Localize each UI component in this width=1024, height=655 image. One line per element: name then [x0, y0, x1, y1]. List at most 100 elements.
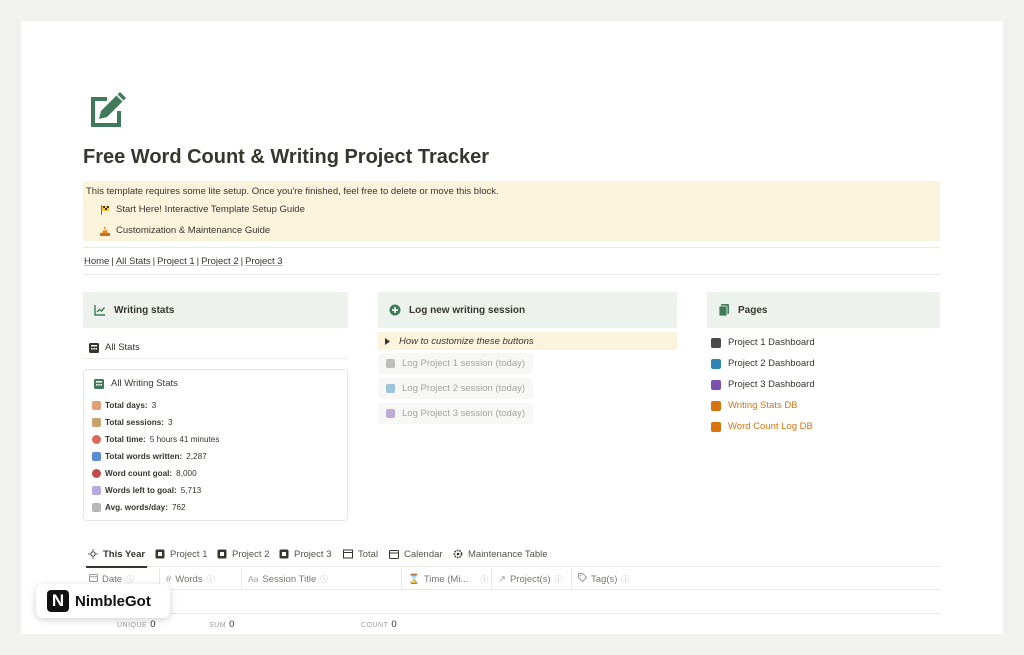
tab-label: Maintenance Table — [468, 548, 548, 560]
tab-total[interactable]: Total — [343, 541, 378, 567]
column-header-words[interactable]: # Words ⓘ — [159, 568, 241, 590]
setup-guide-link[interactable]: Start Here! Interactive Template Setup G… — [100, 204, 305, 215]
table-header: Date ⓘ # Words ⓘ Aa Session Title ⓘ ⌛ Ti… — [83, 568, 940, 590]
all-writing-stats-card[interactable]: All Writing Stats Total days: 3 Total ses… — [83, 369, 348, 521]
tab-project-1[interactable]: Project 1 — [155, 541, 208, 567]
column-label: Time (Mi... — [423, 573, 469, 585]
calc-value: 0 — [229, 619, 235, 630]
log-button-label: Log Project 1 session (today) — [402, 358, 526, 369]
square-icon — [155, 549, 165, 559]
chart-up-icon — [92, 486, 101, 495]
tab-calendar[interactable]: Calendar — [389, 541, 443, 567]
stat-total-sessions: Total sessions: 3 — [92, 414, 339, 431]
stats-card-title: All Writing Stats — [94, 378, 339, 389]
calc-value: 0 — [150, 619, 156, 630]
column-header-tags[interactable]: Tag(s) ⓘ — [571, 568, 651, 590]
project-1-dashboard-link[interactable]: Project 1 Dashboard — [711, 337, 815, 348]
word-count-log-db-link[interactable]: Word Count Log DB — [711, 421, 813, 432]
calc-count[interactable]: COUNT 0 — [361, 619, 397, 630]
stat-word-count-goal: Word count goal: 8,000 — [92, 465, 339, 482]
nav-all-stats[interactable]: All Stats — [116, 256, 151, 267]
hourglass-icon: ⌛ — [408, 573, 420, 585]
column-header-time[interactable]: ⌛ Time (Mi... ⓘ — [401, 568, 491, 590]
table-calculations: UNIQUE 0 SUM 0 COUNT 0 — [83, 613, 940, 634]
stat-avg-words-day: Avg. words/day: 762 — [92, 499, 339, 516]
calc-label: COUNT — [361, 622, 389, 629]
calc-unique[interactable]: UNIQUE 0 — [117, 619, 156, 630]
log-project-2-button[interactable]: Log Project 2 session (today) — [378, 378, 534, 399]
text-icon: Aa — [248, 574, 259, 584]
nav-separator: | — [111, 256, 114, 267]
clock-icon — [92, 435, 101, 444]
stat-value: 5,713 — [180, 486, 202, 495]
log-project-1-button[interactable]: Log Project 1 session (today) — [378, 353, 534, 374]
calc-value: 0 — [391, 619, 397, 630]
log-session-header: Log new writing session — [378, 292, 677, 328]
column-header-session-title[interactable]: Aa Session Title ⓘ — [241, 568, 401, 590]
pages-icon — [711, 421, 721, 432]
all-stats-link[interactable]: All Stats — [83, 337, 348, 359]
stat-label: Word count goal: — [105, 469, 173, 478]
scale-icon — [92, 503, 101, 512]
nav-project-3[interactable]: Project 3 — [245, 256, 283, 267]
column-label: Tag(s) — [591, 573, 618, 585]
stat-label: Total days: — [105, 401, 148, 410]
customization-guide-link[interactable]: Customization & Maintenance Guide — [100, 225, 270, 236]
customize-buttons-toggle[interactable]: How to customize these buttons — [378, 332, 677, 350]
project-2-dashboard-link[interactable]: Project 2 Dashboard — [711, 358, 815, 369]
calc-sum[interactable]: SUM 0 — [209, 619, 234, 630]
nimblegot-logo-icon: N — [47, 590, 69, 612]
writing-stats-title: Writing stats — [114, 304, 175, 316]
project-3-dashboard-link[interactable]: Project 3 Dashboard — [711, 379, 815, 390]
square-icon — [711, 358, 721, 369]
nav-project-1[interactable]: Project 1 — [157, 256, 195, 267]
pages-header: Pages — [707, 292, 940, 328]
calculator-icon — [94, 378, 104, 389]
square-icon — [386, 384, 395, 393]
column-header-projects[interactable]: ↗ Project(s) ⓘ — [491, 568, 571, 590]
checkered-flag-icon — [100, 204, 110, 215]
square-icon — [386, 359, 395, 368]
calc-label: UNIQUE — [117, 622, 148, 629]
tab-project-3[interactable]: Project 3 — [279, 541, 332, 567]
column-label: Date — [102, 573, 123, 585]
stat-total-words: Total words written: 2,287 — [92, 448, 339, 465]
square-icon — [217, 549, 227, 559]
tab-project-2[interactable]: Project 2 — [217, 541, 270, 567]
nav-separator: | — [240, 256, 244, 267]
nav-project-2[interactable]: Project 2 — [201, 256, 239, 267]
notion-page: Free Word Count & Writing Project Tracke… — [21, 21, 1003, 634]
toggle-label: How to customize these buttons — [399, 335, 534, 347]
page-link-label: Word Count Log DB — [728, 421, 813, 432]
edit-note-icon[interactable] — [87, 89, 129, 131]
info-icon: ⓘ — [554, 574, 563, 584]
tab-this-year[interactable]: This Year — [85, 541, 148, 568]
calculator-icon — [89, 342, 99, 353]
square-icon — [386, 409, 395, 418]
target-icon — [92, 469, 101, 478]
brand-name: NimbleGot — [75, 592, 151, 610]
chart-up-icon — [711, 400, 721, 411]
tab-maintenance-table[interactable]: Maintenance Table — [453, 541, 548, 567]
writing-stats-header: Writing stats — [83, 292, 348, 328]
nav-home[interactable]: Home — [84, 256, 109, 267]
stat-value: 762 — [171, 503, 186, 512]
tab-label: This Year — [103, 548, 146, 560]
writing-stats-db-link[interactable]: Writing Stats DB — [711, 400, 798, 411]
nav-separator: | — [196, 256, 200, 267]
column-label: Project(s) — [509, 573, 551, 585]
log-project-3-button[interactable]: Log Project 3 session (today) — [378, 403, 534, 424]
calendar-icon — [92, 401, 101, 410]
hash-icon: # — [166, 573, 172, 585]
stat-value: 8,000 — [176, 469, 197, 478]
stat-value: 3 — [168, 418, 173, 427]
calendar-icon — [389, 549, 399, 559]
divider — [83, 274, 940, 275]
database-view-tabs: This Year Project 1 Project 2 Project 3 … — [83, 541, 940, 568]
table-icon — [343, 549, 353, 559]
divider — [83, 247, 940, 248]
log-session-title: Log new writing session — [409, 304, 526, 316]
log-button-label: Log Project 2 session (today) — [402, 383, 526, 394]
stat-label: Total sessions: — [105, 418, 164, 427]
square-icon — [279, 549, 289, 559]
